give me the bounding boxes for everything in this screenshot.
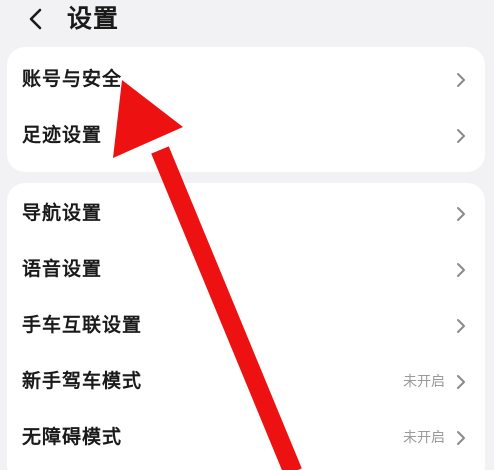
settings-item-voice[interactable]: 语音设置 (7, 245, 485, 295)
header-bar: 设置 (0, 0, 494, 40)
settings-screen: 设置 账号与安全 足迹设置 导航设置 语音设置 手车互联设置 新手驾车模式 未开… (0, 0, 494, 470)
chevron-right-icon (455, 429, 467, 447)
settings-item-label: 新手驾车模式 (22, 370, 143, 392)
settings-item-account-security[interactable]: 账号与安全 (7, 55, 485, 105)
chevron-right-icon (455, 373, 467, 391)
settings-item-navigation[interactable]: 导航设置 (7, 189, 485, 239)
status-text: 未开启 (403, 374, 445, 390)
settings-item-footprint[interactable]: 足迹设置 (7, 111, 485, 161)
settings-item-label: 手车互联设置 (22, 314, 143, 336)
settings-item-novice-mode[interactable]: 新手驾车模式 未开启 (7, 357, 485, 407)
status-text: 未开启 (403, 430, 445, 446)
chevron-right-icon (455, 317, 467, 335)
chevron-right-icon (455, 71, 467, 89)
settings-group-account: 账号与安全 足迹设置 (7, 47, 485, 172)
back-button[interactable] (22, 4, 52, 34)
settings-item-label: 足迹设置 (22, 124, 103, 146)
chevron-right-icon (455, 205, 467, 223)
page-title: 设置 (67, 4, 120, 33)
settings-item-label: 无障碍模式 (22, 426, 123, 448)
settings-item-phone-car-link[interactable]: 手车互联设置 (7, 301, 485, 351)
settings-group-driving: 导航设置 语音设置 手车互联设置 新手驾车模式 未开启 无障碍模式 未开启 (7, 183, 485, 470)
chevron-left-icon (29, 8, 42, 30)
settings-item-label: 语音设置 (22, 258, 103, 280)
settings-item-label: 账号与安全 (22, 68, 123, 90)
settings-item-accessibility-mode[interactable]: 无障碍模式 未开启 (7, 413, 485, 463)
chevron-right-icon (455, 261, 467, 279)
settings-item-label: 导航设置 (22, 202, 103, 224)
chevron-right-icon (455, 127, 467, 145)
